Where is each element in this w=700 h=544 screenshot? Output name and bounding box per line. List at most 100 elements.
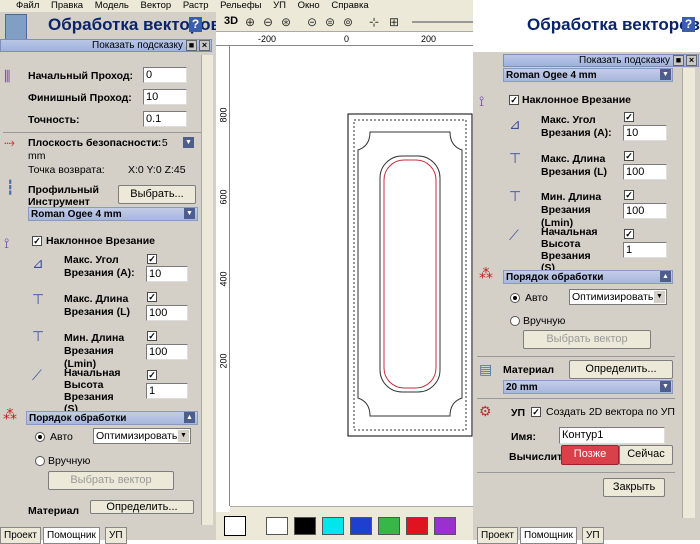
min-len-checkbox[interactable]: ✓ <box>624 190 634 200</box>
safe-plane-expand[interactable]: ▼ <box>183 137 194 148</box>
layer-icon[interactable]: ⊞ <box>386 14 402 30</box>
tool-icon <box>5 14 27 40</box>
accuracy-input[interactable]: 0.1 <box>143 111 187 127</box>
snap-icon[interactable]: ⊹ <box>366 14 382 30</box>
order-collapse[interactable]: ▲ <box>660 271 671 282</box>
material-define-button[interactable]: Определить... <box>90 500 194 514</box>
max-len-checkbox[interactable]: ✓ <box>624 151 634 161</box>
min-len-label: Мин. Длина Врезания (Lmin) <box>541 191 602 229</box>
tool-name-bar: Roman Ogee 4 mm <box>503 68 673 82</box>
swatch[interactable] <box>350 517 372 535</box>
help-icon[interactable]: ? <box>682 17 695 32</box>
close-icon[interactable]: × <box>686 55 697 66</box>
left-scrollbar[interactable] <box>201 55 213 525</box>
max-angle-input[interactable]: 10 <box>623 125 667 141</box>
ramp-checkbox[interactable]: ✓ <box>32 236 42 246</box>
swatch[interactable] <box>266 517 288 535</box>
calc-label: Вычислить: <box>509 451 561 463</box>
manual-radio[interactable] <box>35 456 45 466</box>
active-color-icon[interactable] <box>224 516 246 536</box>
menu-help[interactable]: Справка <box>331 0 368 11</box>
right-scrollbar[interactable] <box>682 68 695 518</box>
close-icon[interactable]: × <box>199 40 210 51</box>
max-angle-label: Макс. Угол Врезания (A): <box>541 114 612 139</box>
select-tool-button[interactable]: Выбрать... <box>118 185 196 204</box>
now-button[interactable]: Сейчас <box>619 445 673 465</box>
select-vector-button[interactable]: Выбрать вектор <box>48 471 174 490</box>
material-label: Материал <box>503 364 555 376</box>
accuracy-label: Точность: <box>28 114 80 126</box>
auto-radio[interactable] <box>35 432 45 442</box>
material-icon: ▤ <box>479 361 493 377</box>
menu-vector[interactable]: Вектор <box>140 0 171 11</box>
start-height-input[interactable]: 1 <box>623 242 667 258</box>
min-len-label: Мин. Длина Врезания (Lmin) <box>64 332 125 370</box>
tool-expand[interactable]: ▼ <box>184 208 195 219</box>
menu-raster[interactable]: Растр <box>183 0 209 11</box>
zoom-in-icon[interactable]: ⊕ <box>242 14 258 30</box>
name-input[interactable]: Контур1 <box>559 427 665 444</box>
order-collapse[interactable]: ▲ <box>184 412 195 423</box>
hint-bar[interactable]: Показать подсказку <box>503 54 699 67</box>
create-2d-checkbox[interactable]: ✓ <box>531 407 541 417</box>
menu-reliefs[interactable]: Рельефы <box>220 0 261 11</box>
optimize-value: Оптимизировать <box>96 430 178 442</box>
optimize-select[interactable]: Оптимизировать ▼ <box>569 289 667 305</box>
tab-helper[interactable]: Помощник <box>43 527 100 544</box>
menu-model[interactable]: Модель <box>95 0 129 11</box>
canvas: -200 0 200 800 600 400 200 <box>216 32 506 522</box>
later-button[interactable]: Позже <box>561 445 619 465</box>
max-len-checkbox[interactable]: ✓ <box>147 292 157 302</box>
start-pass-input[interactable]: 0 <box>143 67 187 83</box>
menu-edit[interactable]: Правка <box>51 0 83 11</box>
menu-file[interactable]: Файл <box>16 0 39 11</box>
swatch[interactable] <box>378 517 400 535</box>
manual-radio[interactable] <box>510 316 520 326</box>
max-angle-checkbox[interactable]: ✓ <box>624 112 634 122</box>
start-height-checkbox[interactable]: ✓ <box>147 370 157 380</box>
tab-toolpaths[interactable]: УП <box>105 527 127 544</box>
swatch[interactable] <box>322 517 344 535</box>
manual-label: Вручную <box>48 455 91 467</box>
start-height-input[interactable]: 1 <box>146 383 188 399</box>
auto-label: Авто <box>525 292 548 304</box>
min-len-checkbox[interactable]: ✓ <box>147 331 157 341</box>
menu-window[interactable]: Окно <box>298 0 320 11</box>
swatch[interactable] <box>294 517 316 535</box>
final-pass-input[interactable]: 10 <box>143 89 187 105</box>
tab-project[interactable]: Проект <box>0 527 41 544</box>
tab-project[interactable]: Проект <box>477 527 518 544</box>
zoom-prev-icon[interactable]: ⊝ <box>304 14 320 30</box>
manual-label: Вручную <box>523 315 566 327</box>
tab-helper[interactable]: Помощник <box>520 527 577 544</box>
swatch[interactable] <box>406 517 428 535</box>
material-expand[interactable]: ▼ <box>660 381 671 392</box>
tab-toolpaths[interactable]: УП <box>582 527 604 544</box>
zoom-fit-icon[interactable]: ⊛ <box>278 14 294 30</box>
max-len-input[interactable]: 100 <box>623 164 667 180</box>
max-len-input[interactable]: 100 <box>146 305 188 321</box>
material-define-button[interactable]: Определить... <box>569 360 673 379</box>
help-icon[interactable]: ? <box>189 17 202 32</box>
auto-radio[interactable] <box>510 293 520 303</box>
swatch[interactable] <box>434 517 456 535</box>
zoom-window-icon[interactable]: ⊜ <box>322 14 338 30</box>
ramp-checkbox[interactable]: ✓ <box>509 95 519 105</box>
zoom-out-icon[interactable]: ⊖ <box>260 14 276 30</box>
max-angle-input[interactable]: 10 <box>146 266 188 282</box>
drawing[interactable] <box>230 46 500 506</box>
pin-icon[interactable]: ■ <box>673 55 684 66</box>
min-len-input[interactable]: 100 <box>623 203 667 219</box>
hint-bar[interactable]: Показать подсказку <box>0 39 212 52</box>
max-angle-checkbox[interactable]: ✓ <box>147 254 157 264</box>
start-height-checkbox[interactable]: ✓ <box>624 229 634 239</box>
pin-icon[interactable]: ■ <box>186 40 197 51</box>
close-button[interactable]: Закрыть <box>603 478 665 497</box>
zoom-all-icon[interactable]: ⊚ <box>340 14 356 30</box>
optimize-select[interactable]: Оптимизировать ▼ <box>93 428 191 444</box>
view-3d-button[interactable]: 3D <box>224 15 238 27</box>
select-vector-button[interactable]: Выбрать вектор <box>523 330 651 349</box>
min-len-input[interactable]: 100 <box>146 344 188 360</box>
menu-toolpaths[interactable]: УП <box>273 0 286 11</box>
tool-expand[interactable]: ▼ <box>660 69 671 80</box>
